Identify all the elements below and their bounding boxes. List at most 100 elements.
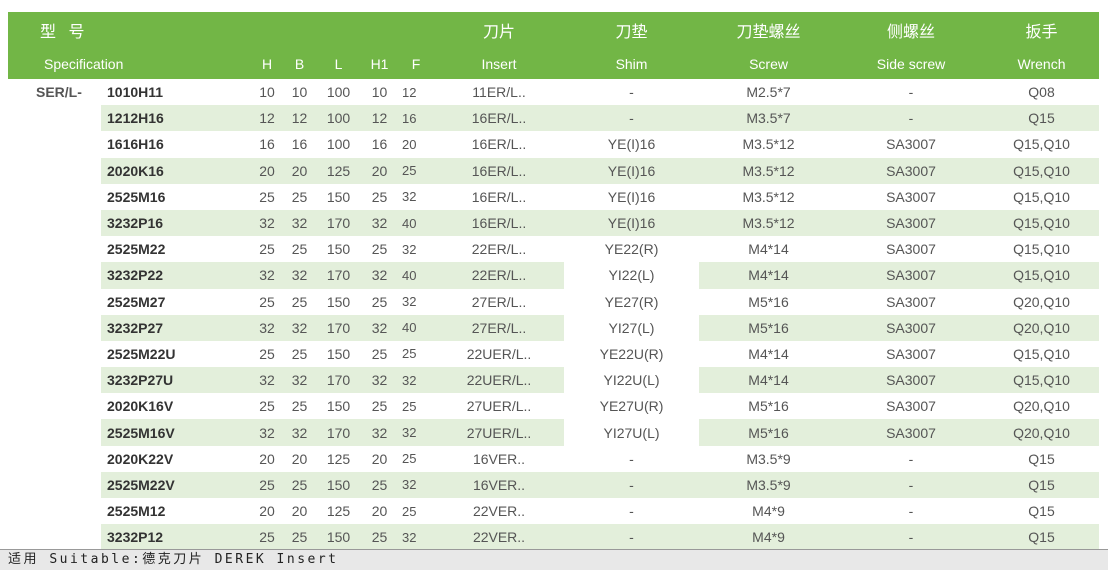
model-cell: 2525M12	[107, 503, 166, 520]
header-insert-en: Insert	[481, 55, 517, 72]
h1-cell: 25	[371, 345, 388, 362]
shim-cell: YE27(R)	[604, 293, 659, 310]
insert-cell: 22ER/L..	[434, 262, 565, 289]
side-screw-cell: SA3007	[886, 398, 936, 415]
l-cell: 150	[326, 345, 351, 362]
screw-cell: M5*16	[748, 398, 789, 415]
screw-cell: M4*14	[748, 345, 789, 362]
side-screw-cell: -	[838, 471, 985, 498]
table-row: 2020K16V 25 25 150 25 25 27UER/L.. YE27U(R) M5*1…	[8, 393, 1099, 419]
h-cell: 32	[251, 367, 284, 394]
header-h: H	[261, 55, 273, 72]
series-cell	[8, 498, 101, 524]
model-cell: 3232P27	[101, 314, 252, 341]
wrench-cell: Q20,Q10	[1013, 293, 1070, 310]
series-cell	[8, 105, 101, 132]
l-cell: 125	[316, 157, 362, 184]
side-screw-cell: -	[908, 503, 914, 520]
side-screw-cell: SA3007	[886, 241, 936, 258]
b-cell: 32	[283, 314, 317, 341]
l-cell: 170	[316, 209, 362, 237]
f-cell: 32	[402, 241, 417, 257]
screw-cell: M3.5*12	[699, 209, 839, 237]
screw-cell: M2.5*7	[746, 84, 791, 101]
h1-cell: 25	[371, 188, 388, 205]
side-screw-cell: -	[838, 105, 985, 132]
side-screw-cell: -	[838, 524, 985, 551]
l-cell: 150	[316, 524, 362, 551]
series-cell	[8, 236, 101, 262]
screw-cell: M3.5*12	[742, 188, 795, 205]
b-cell: 20	[283, 157, 317, 184]
shim-cell: -	[564, 105, 700, 132]
f-cell: 25	[402, 451, 417, 467]
header-row-chinese: 型 号 刀片 刀垫 刀垫螺丝 侧螺丝 扳手	[8, 12, 1100, 48]
f-cell: 40	[398, 314, 435, 341]
shim-cell: YI22(L)	[608, 267, 655, 284]
model-cell: 2525M22	[107, 241, 166, 258]
h1-cell: 20	[371, 503, 388, 520]
header-screw-zh: 刀垫螺丝	[736, 24, 801, 41]
b-cell: 32	[283, 262, 317, 289]
table-row: 2525M22V 25 25 150 25 32 16VER.. - M3.5*9- Q15	[8, 471, 1100, 498]
side-screw-cell: SA3007	[886, 136, 936, 153]
h-cell: 25	[259, 241, 275, 258]
series-cell	[8, 131, 101, 157]
f-cell: 40	[398, 209, 435, 237]
wrench-cell: Q15,Q10	[1013, 241, 1070, 258]
screw-cell: M4*9	[699, 524, 839, 551]
h-cell: 20	[251, 157, 284, 184]
f-cell: 12	[402, 84, 417, 100]
header-side-screw-zh: 侧螺丝	[887, 24, 936, 41]
insert-cell: 22VER..	[472, 503, 526, 520]
l-cell: 125	[326, 450, 351, 467]
wrench-cell: Q15	[1028, 450, 1055, 467]
b-cell: 32	[283, 367, 317, 394]
h1-cell: 32	[361, 262, 399, 289]
h1-cell: 16	[371, 136, 388, 153]
side-screw-cell: -	[908, 84, 914, 101]
series-cell	[8, 157, 101, 184]
screw-cell: M3.5*7	[699, 105, 839, 132]
f-cell: 20	[402, 136, 417, 152]
side-screw-cell: SA3007	[886, 345, 936, 362]
header-l: L	[334, 55, 343, 72]
l-cell: 150	[316, 471, 362, 498]
l-cell: 150	[326, 241, 351, 258]
l-cell: 100	[316, 105, 362, 132]
h-cell: 25	[259, 345, 275, 362]
h1-cell: 20	[361, 157, 399, 184]
f-cell: 25	[398, 157, 435, 184]
l-cell: 170	[316, 314, 362, 341]
h1-cell: 32	[361, 419, 399, 446]
side-screw-cell: SA3007	[886, 188, 936, 205]
shim-cell: YE(I)16	[564, 209, 700, 237]
insert-cell: 16ER/L..	[434, 105, 565, 132]
table-row: 2525M16 25 25 150 25 32 16ER/L.. YE(I)16 M3.5*12…	[8, 184, 1099, 210]
model-cell: 1212H16	[101, 105, 252, 132]
header-row-english: Specification H B L H1 F Insert Shim Scr…	[8, 48, 1100, 79]
insert-cell: 11ER/L..	[472, 84, 526, 101]
table-row: 2525M22U 25 25 150 25 25 22UER/L.. YE22U(R) M4*1…	[8, 341, 1099, 367]
model-cell: 2525M27	[107, 293, 166, 310]
shim-cell: YI22U(L)	[603, 372, 660, 389]
screw-cell: M3.5*9	[699, 471, 839, 498]
screw-cell: M3.5*12	[742, 136, 795, 153]
h-cell: 20	[259, 503, 275, 520]
h-cell: 12	[251, 105, 284, 132]
h-cell: 16	[259, 136, 275, 153]
b-cell: 12	[283, 105, 317, 132]
series-cell	[8, 289, 101, 315]
shim-cell: -	[564, 524, 700, 551]
wrench-cell: Q20,Q10	[1013, 398, 1070, 415]
model-cell: 1010H11	[107, 84, 164, 101]
footer-note: 适用 Suitable:德克刀片 DEREK Insert	[0, 549, 1108, 570]
side-screw-cell: SA3007	[838, 419, 985, 446]
screw-cell: M5*16	[699, 419, 839, 446]
shim-cell: YE27U(R)	[599, 398, 664, 415]
insert-cell: 16ER/L..	[471, 136, 527, 153]
side-screw-cell: SA3007	[838, 262, 985, 289]
insert-cell: 22VER..	[434, 524, 565, 551]
screw-cell: M4*14	[699, 367, 839, 394]
series-cell	[8, 419, 101, 446]
